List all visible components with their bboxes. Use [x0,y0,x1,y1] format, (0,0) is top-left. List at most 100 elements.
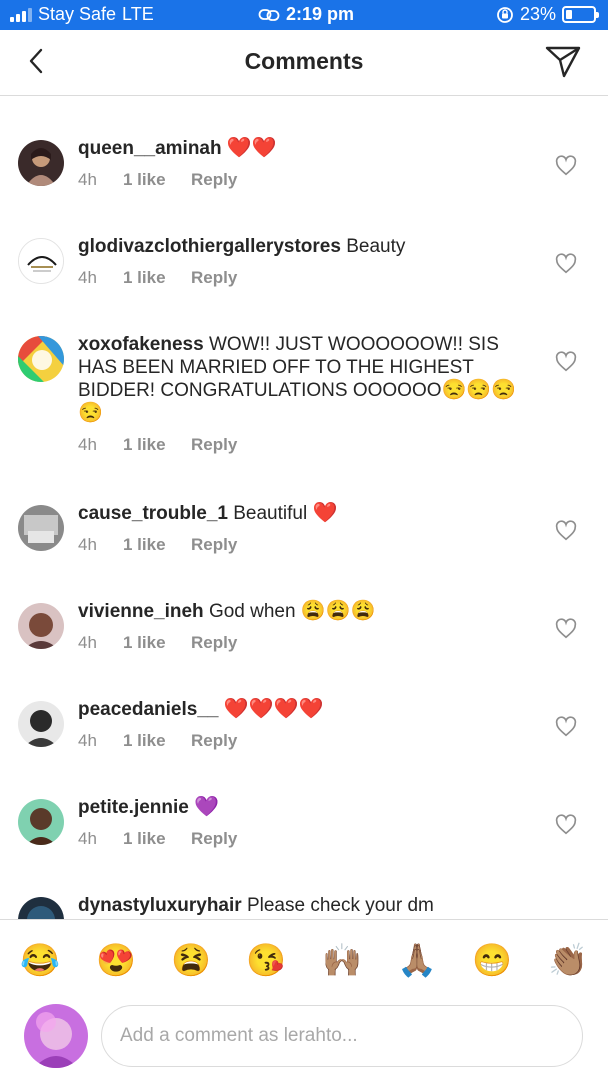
comment-likes[interactable]: 1 like [123,435,191,455]
comment-text: petite.jennie 💜 [78,796,518,819]
comment-likes[interactable]: 1 like [123,731,191,751]
comment-body: cause_trouble_1 Beautiful ❤️ 4h 1 like R… [78,502,518,555]
comment-input-row [0,999,608,1080]
comment-meta: 4h 1 like Reply [78,829,518,849]
like-heart-icon[interactable] [555,520,577,542]
emoji-button[interactable]: 🙏🏽 [397,940,437,980]
like-heart-icon[interactable] [555,618,577,640]
comment-body: glodivazclothiergallerystores Beauty 4h … [78,235,518,288]
comment-text: queen__aminah ❤️❤️ [78,137,518,160]
comment-emoji: 💜 [194,796,220,818]
avatar[interactable] [18,336,64,382]
avatar[interactable] [18,505,64,551]
comment-text: peacedaniels__ ❤️❤️❤️❤️ [78,698,518,721]
comment-username[interactable]: dynastyluxuryhair [78,895,242,916]
comment-username[interactable]: vivienne_ineh [78,601,204,622]
emoji-button[interactable]: 😂 [20,940,60,980]
comment-likes[interactable]: 1 like [123,829,191,849]
signal-icon [10,7,32,22]
emoji-button[interactable]: 😘 [246,940,286,980]
comment-body: xoxofakeness WOW!! JUST WOOOOOOW!! SIS H… [78,333,518,455]
comment-time: 4h [78,829,97,848]
comment-time: 4h [78,268,97,287]
comment-time: 4h [78,435,97,454]
comment-time: 4h [78,633,97,652]
comment-likes[interactable]: 1 like [123,170,191,190]
comment-message: Please check your dm [246,895,434,916]
avatar[interactable] [18,897,64,919]
comment-username[interactable]: glodivazclothiergallerystores [78,236,341,257]
comment-emoji: ❤️❤️ [226,137,277,159]
comment-time: 4h [78,170,97,189]
comment-body: dynastyluxuryhair Please check your dm [78,894,518,917]
like-heart-icon[interactable] [555,155,577,177]
comment-emoji: ❤️ [312,502,338,524]
comment-username[interactable]: cause_trouble_1 [78,503,228,524]
comment-username[interactable]: petite.jennie [78,797,189,818]
status-right: 23% [496,4,599,25]
comment-meta: 4h 1 like Reply [78,435,518,455]
comment-text: glodivazclothiergallerystores Beauty [78,235,518,258]
comment-body: peacedaniels__ ❤️❤️❤️❤️ 4h 1 like Reply [78,698,518,751]
comment-username[interactable]: peacedaniels__ [78,699,218,720]
like-heart-icon[interactable] [555,351,577,373]
direct-share-icon[interactable] [544,42,582,80]
comment-username[interactable]: queen__aminah [78,138,222,159]
reply-button[interactable]: Reply [191,829,237,849]
comment-input[interactable] [101,1005,583,1067]
avatar[interactable] [18,140,64,186]
emoji-button[interactable]: 😍 [96,940,136,980]
comment-text: cause_trouble_1 Beautiful ❤️ [78,502,518,525]
header: Comments [0,30,608,96]
my-avatar [24,1004,88,1068]
rotation-lock-icon [497,6,513,23]
reply-button[interactable]: Reply [191,731,237,751]
emoji-button[interactable]: 🙌🏽 [322,940,362,980]
comments-list[interactable]: queen__aminah ❤️❤️ 4h 1 like Reply glodi… [0,97,608,919]
status-left: Stay Safe LTE [10,4,154,25]
comment-username[interactable]: xoxofakeness [78,334,204,355]
like-heart-icon[interactable] [555,716,577,738]
avatar[interactable] [18,701,64,747]
clock-label: 2:19 pm [286,4,355,24]
comment-likes[interactable]: 1 like [123,535,191,555]
comment-meta: 4h 1 like Reply [78,535,518,555]
avatar[interactable] [18,238,64,284]
emoji-button[interactable]: 😫 [171,940,211,980]
reply-button[interactable]: Reply [191,268,237,288]
emoji-button[interactable]: 👏🏽 [548,940,588,980]
comment-meta: 4h 1 like Reply [78,170,518,190]
reply-button[interactable]: Reply [191,435,237,455]
avatar[interactable] [18,799,64,845]
like-heart-icon[interactable] [555,814,577,836]
comment-body: petite.jennie 💜 4h 1 like Reply [78,796,518,849]
battery-icon [562,6,599,23]
reply-button[interactable]: Reply [191,170,237,190]
like-heart-icon[interactable] [555,253,577,275]
status-bar: Stay Safe LTE 2:19 pm 23% [0,0,608,30]
comment-meta: 4h 1 like Reply [78,731,518,751]
reply-button[interactable]: Reply [191,633,237,653]
avatar[interactable] [18,603,64,649]
emoji-quick-bar: 😂 😍 😫 😘 🙌🏽 🙏🏽 😁 👏🏽 [0,919,608,999]
network-label: LTE [122,4,154,24]
reply-button[interactable]: Reply [191,535,237,555]
comment-message: Beauty [346,236,406,257]
comment-body: queen__aminah ❤️❤️ 4h 1 like Reply [78,137,518,190]
comment-likes[interactable]: 1 like [123,268,191,288]
comment-text: xoxofakeness WOW!! JUST WOOOOOOW!! SIS H… [78,333,518,425]
comment-emoji: 😩😩😩 [300,600,376,622]
emoji-button[interactable]: 😁 [472,940,512,980]
battery-percent: 23% [519,4,556,24]
page-title: Comments [244,48,364,74]
comment-meta: 4h 1 like Reply [78,633,518,653]
comment-message: God when [208,601,296,622]
link-icon [258,8,280,21]
comment-time: 4h [78,731,97,750]
status-center: 2:19 pm [258,4,354,25]
comment-likes[interactable]: 1 like [123,633,191,653]
comment-body: vivienne_ineh God when 😩😩😩 4h 1 like Rep… [78,600,518,653]
comment-text: vivienne_ineh God when 😩😩😩 [78,600,518,623]
comment-text: dynastyluxuryhair Please check your dm [78,894,518,917]
comment-time: 4h [78,535,97,554]
